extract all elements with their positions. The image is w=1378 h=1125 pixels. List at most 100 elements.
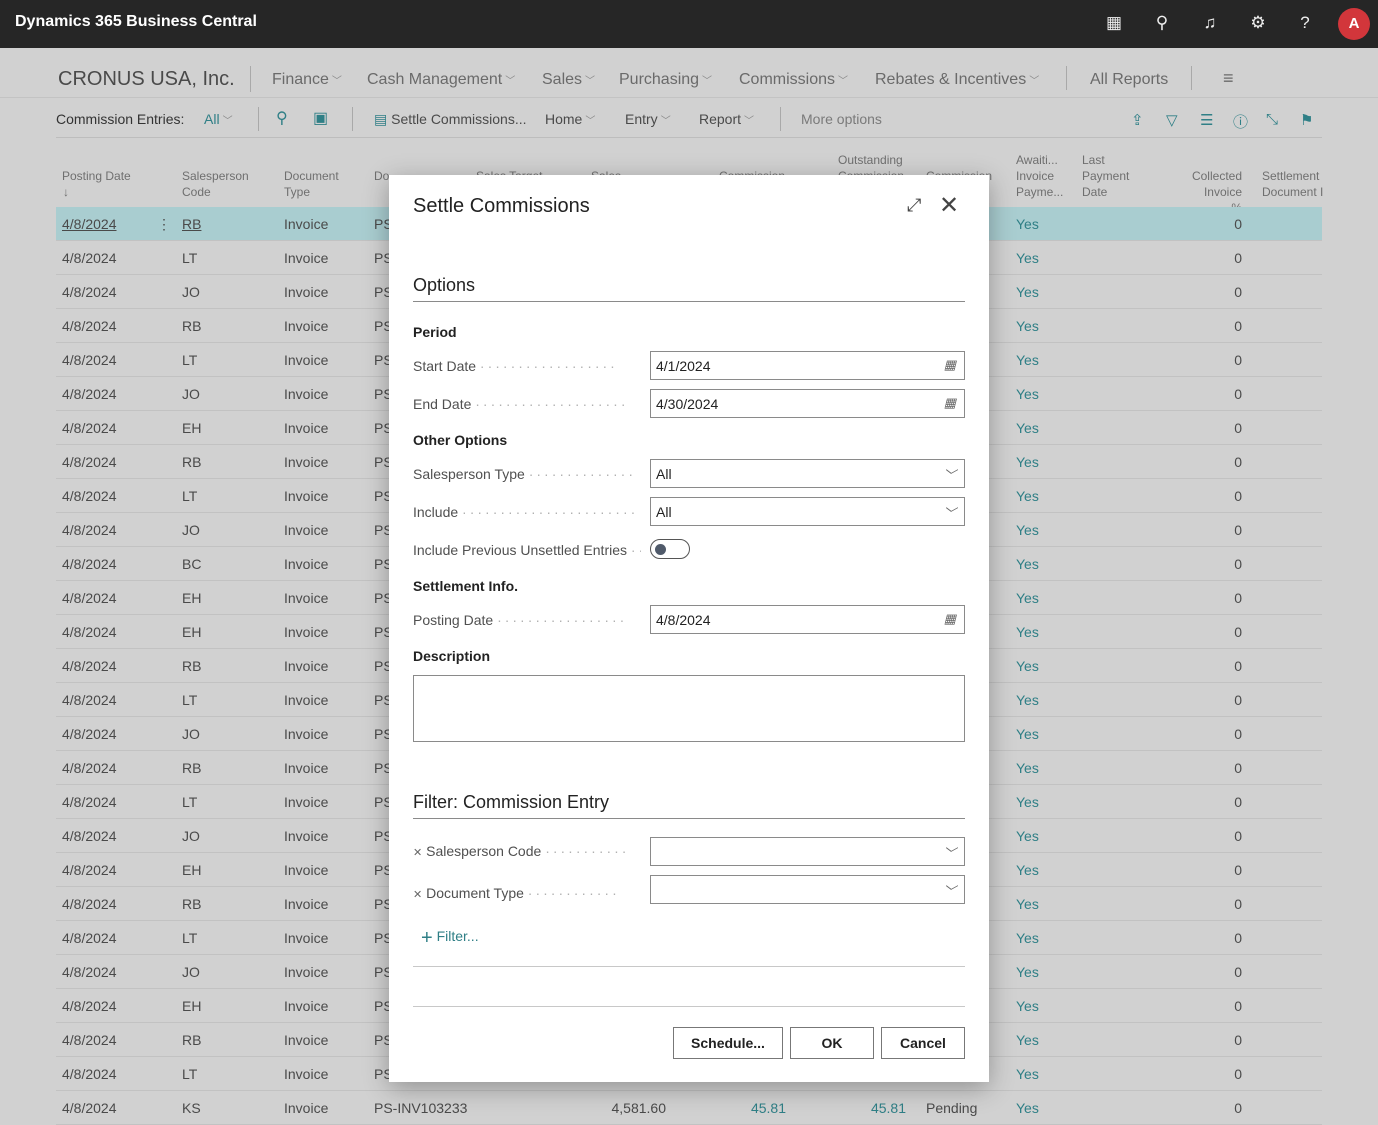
awaiting-payment-cell[interactable]: Yes bbox=[1016, 998, 1039, 1014]
posting-date-cell[interactable]: 4/8/2024 bbox=[62, 590, 117, 606]
calendar-icon[interactable]: ▦ bbox=[944, 611, 956, 627]
include-previous-toggle[interactable] bbox=[650, 539, 690, 559]
column-header[interactable]: Awaiti... Invoice Payme... bbox=[1016, 152, 1064, 200]
posting-date-cell[interactable]: 4/8/2024 bbox=[62, 692, 117, 708]
end-date-input[interactable]: 4/30/2024 ▦ bbox=[650, 389, 965, 418]
collapse-icon[interactable]: ⤡ bbox=[1266, 111, 1278, 128]
nav-finance[interactable]: Finance ﹀ bbox=[272, 71, 342, 89]
column-header[interactable]: Last Payment Date bbox=[1082, 152, 1152, 200]
view-filter[interactable]: All ﹀ bbox=[204, 111, 233, 127]
awaiting-payment-cell[interactable]: Yes bbox=[1016, 692, 1039, 708]
calendar-icon[interactable]: ▦ bbox=[944, 395, 956, 411]
include-select[interactable]: All ﹀ bbox=[650, 497, 965, 526]
awaiting-payment-cell[interactable]: Yes bbox=[1016, 1100, 1039, 1116]
column-header[interactable]: Document Type bbox=[284, 168, 354, 200]
posting-date-cell[interactable]: 4/8/2024 bbox=[62, 760, 117, 776]
bookmark-icon[interactable]: ⚑ bbox=[1300, 111, 1313, 129]
posting-date-cell[interactable]: 4/8/2024 bbox=[62, 318, 117, 334]
share-icon[interactable]: ⇪ bbox=[1131, 111, 1144, 129]
table-row[interactable]: 4/8/2024 KS Invoice PS-INV103233 4,581.60 45.… bbox=[56, 1091, 1322, 1125]
remove-filter-icon[interactable]: ✕ bbox=[413, 889, 422, 901]
awaiting-payment-cell[interactable]: Yes bbox=[1016, 1066, 1039, 1082]
awaiting-payment-cell[interactable]: Yes bbox=[1016, 862, 1039, 878]
salesperson-type-select[interactable]: All ﹀ bbox=[650, 459, 965, 488]
awaiting-payment-cell[interactable]: Yes bbox=[1016, 590, 1039, 606]
awaiting-payment-cell[interactable]: Yes bbox=[1016, 896, 1039, 912]
awaiting-payment-cell[interactable]: Yes bbox=[1016, 420, 1039, 436]
awaiting-payment-cell[interactable]: Yes bbox=[1016, 488, 1039, 504]
posting-date-cell[interactable]: 4/8/2024 bbox=[62, 522, 117, 538]
awaiting-payment-cell[interactable]: Yes bbox=[1016, 1032, 1039, 1048]
avatar[interactable]: A bbox=[1338, 8, 1370, 40]
posting-date-cell[interactable]: 4/8/2024 bbox=[62, 624, 117, 640]
posting-date-cell[interactable]: 4/8/2024 bbox=[62, 896, 117, 912]
posting-date-cell[interactable]: 4/8/2024 bbox=[62, 386, 117, 402]
column-header[interactable]: Settlement Document I bbox=[1262, 168, 1332, 200]
nav-sales[interactable]: Sales ﹀ bbox=[542, 71, 595, 89]
awaiting-payment-cell[interactable]: Yes bbox=[1016, 250, 1039, 266]
description-textarea[interactable] bbox=[413, 675, 965, 742]
home-menu[interactable]: Home ﹀ bbox=[545, 111, 595, 127]
expand-icon[interactable]: ⤢ bbox=[907, 195, 921, 216]
posting-date-cell[interactable]: 4/8/2024 bbox=[62, 216, 117, 232]
hamburger-icon[interactable]: ≡ bbox=[1223, 68, 1234, 89]
nav-purchasing[interactable]: Purchasing ﹀ bbox=[619, 71, 712, 89]
awaiting-payment-cell[interactable]: Yes bbox=[1016, 522, 1039, 538]
awaiting-payment-cell[interactable]: Yes bbox=[1016, 352, 1039, 368]
app-title[interactable]: Dynamics 365 Business Central bbox=[15, 13, 257, 31]
awaiting-payment-cell[interactable]: Yes bbox=[1016, 318, 1039, 334]
posting-date-cell[interactable]: 4/8/2024 bbox=[62, 964, 117, 980]
column-header[interactable]: Salesperson Code bbox=[182, 168, 252, 200]
posting-date-cell[interactable]: 4/8/2024 bbox=[62, 250, 117, 266]
info-icon[interactable]: ⓘ bbox=[1233, 111, 1248, 132]
awaiting-payment-cell[interactable]: Yes bbox=[1016, 930, 1039, 946]
building-icon[interactable]: ▦ bbox=[1103, 13, 1125, 35]
nav-rebates[interactable]: Rebates & Incentives ﹀ bbox=[875, 71, 1039, 89]
nav-commissions[interactable]: Commissions ﹀ bbox=[739, 71, 848, 89]
more-options[interactable]: More options bbox=[801, 111, 882, 127]
schedule-button[interactable]: Schedule... bbox=[673, 1027, 783, 1059]
posting-date-cell[interactable]: 4/8/2024 bbox=[62, 556, 117, 572]
posting-date-cell[interactable]: 4/8/2024 bbox=[62, 1066, 117, 1082]
report-menu[interactable]: Report ﹀ bbox=[699, 111, 754, 127]
posting-date-cell[interactable]: 4/8/2024 bbox=[62, 998, 117, 1014]
gear-icon[interactable]: ⚙ bbox=[1247, 13, 1269, 35]
awaiting-payment-cell[interactable]: Yes bbox=[1016, 760, 1039, 776]
awaiting-payment-cell[interactable]: Yes bbox=[1016, 216, 1039, 232]
nav-all-reports[interactable]: All Reports bbox=[1090, 71, 1168, 89]
awaiting-payment-cell[interactable]: Yes bbox=[1016, 726, 1039, 742]
awaiting-payment-cell[interactable]: Yes bbox=[1016, 964, 1039, 980]
calendar-icon[interactable]: ▦ bbox=[944, 357, 956, 373]
posting-date-cell[interactable]: 4/8/2024 bbox=[62, 828, 117, 844]
salesperson-code-filter-input[interactable]: ﹀ bbox=[650, 837, 965, 866]
awaiting-payment-cell[interactable]: Yes bbox=[1016, 386, 1039, 402]
search-icon[interactable]: ⚲ bbox=[1151, 13, 1173, 35]
company-name[interactable]: CRONUS USA, Inc. bbox=[58, 68, 235, 91]
commission-cell[interactable]: 45.81 bbox=[751, 1100, 786, 1116]
posting-date-cell[interactable]: 4/8/2024 bbox=[62, 1100, 117, 1116]
posting-date-cell[interactable]: 4/8/2024 bbox=[62, 930, 117, 946]
posting-date-cell[interactable]: 4/8/2024 bbox=[62, 488, 117, 504]
posting-date-cell[interactable]: 4/8/2024 bbox=[62, 420, 117, 436]
awaiting-payment-cell[interactable]: Yes bbox=[1016, 828, 1039, 844]
search-icon[interactable]: ⚲ bbox=[276, 108, 288, 128]
list-icon[interactable]: ☰ bbox=[1200, 111, 1213, 129]
bell-icon[interactable]: ♫ bbox=[1199, 13, 1221, 35]
posting-date-input[interactable]: 4/8/2024 ▦ bbox=[650, 605, 965, 634]
posting-date-cell[interactable]: 4/8/2024 bbox=[62, 1032, 117, 1048]
posting-date-cell[interactable]: 4/8/2024 bbox=[62, 284, 117, 300]
awaiting-payment-cell[interactable]: Yes bbox=[1016, 454, 1039, 470]
column-header[interactable]: Posting Date bbox=[62, 168, 132, 184]
cancel-button[interactable]: Cancel bbox=[881, 1027, 965, 1059]
awaiting-payment-cell[interactable]: Yes bbox=[1016, 556, 1039, 572]
posting-date-cell[interactable]: 4/8/2024 bbox=[62, 454, 117, 470]
entry-menu[interactable]: Entry ﹀ bbox=[625, 111, 671, 127]
ok-button[interactable]: OK bbox=[790, 1027, 874, 1059]
document-type-filter-input[interactable]: ﹀ bbox=[650, 875, 965, 904]
posting-date-cell[interactable]: 4/8/2024 bbox=[62, 862, 117, 878]
close-icon[interactable]: ✕ bbox=[939, 191, 959, 220]
row-menu-icon[interactable]: ⋮ bbox=[157, 216, 171, 233]
posting-date-cell[interactable]: 4/8/2024 bbox=[62, 726, 117, 742]
add-filter-link[interactable]: + Filter... bbox=[421, 927, 479, 950]
awaiting-payment-cell[interactable]: Yes bbox=[1016, 794, 1039, 810]
